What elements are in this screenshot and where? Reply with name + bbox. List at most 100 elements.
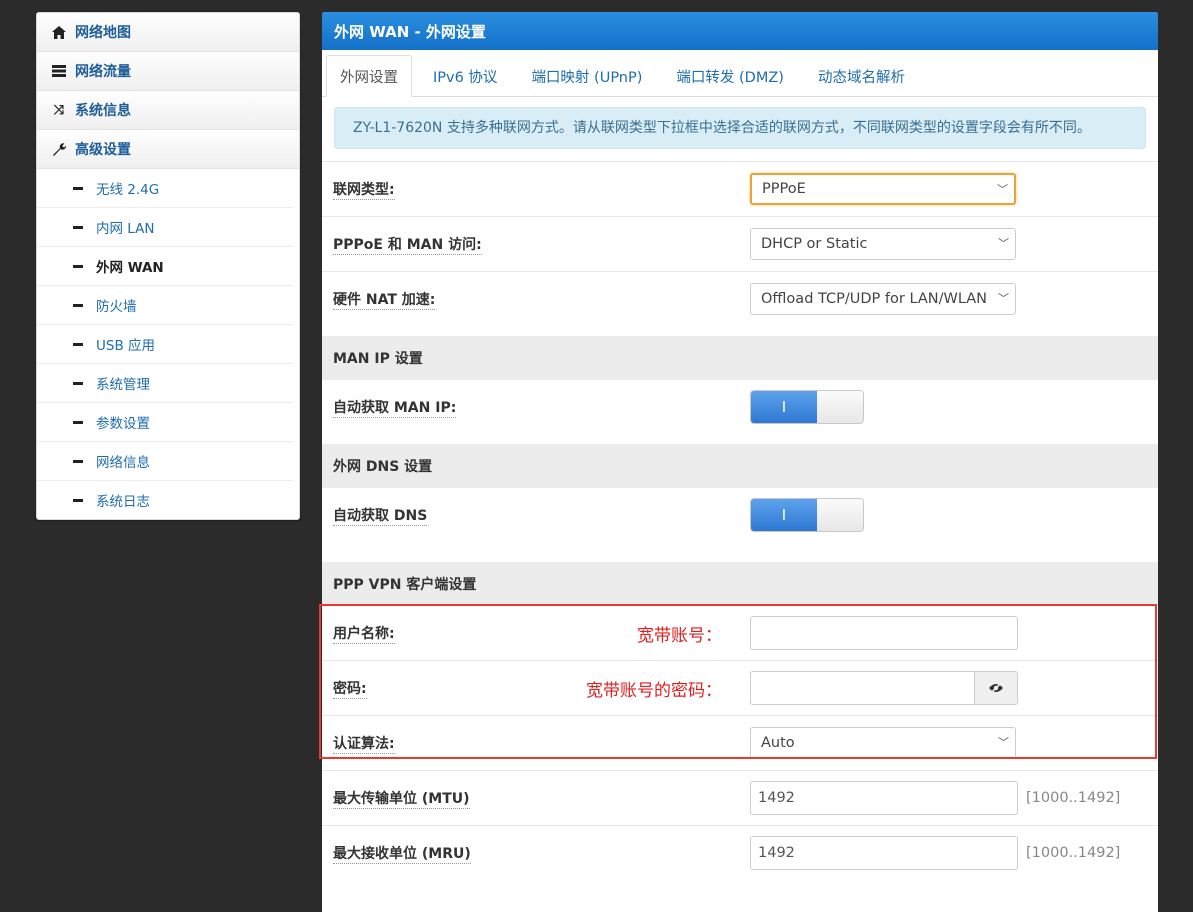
row-auto-man-ip: 自动获取 MAN IP: I [322, 380, 1158, 434]
section-dns: 外网 DNS 设置 [322, 444, 1158, 488]
chevron-down-icon: ﹀ [998, 736, 1009, 749]
section-man-ip: MAN IP 设置 [322, 336, 1158, 380]
conn-type-value: PPPoE [762, 181, 806, 197]
dash-icon [73, 381, 83, 385]
auto-man-ip-toggle[interactable]: I [750, 390, 864, 424]
dash-icon [73, 498, 83, 502]
chevron-down-icon: ﹀ [997, 183, 1008, 196]
sub-label: 系统日志 [96, 494, 150, 510]
password-input[interactable] [750, 671, 975, 705]
auth-value: Auto [761, 735, 795, 751]
row-auto-dns: 自动获取 DNS I [322, 488, 1158, 542]
pppoe-man-select[interactable]: DHCP or Static ﹀ [750, 228, 1016, 260]
tab-ddns[interactable]: 动态域名解析 [805, 56, 918, 96]
pppoe-man-label: PPPoE 和 MAN 访问: [333, 234, 482, 255]
tab-bar: 外网设置 IPv6 协议 端口映射 (UPnP) 端口转发 (DMZ) 动态域名… [322, 50, 1158, 97]
wrench-icon [50, 142, 68, 156]
sub-label: 外网 WAN [96, 260, 164, 276]
sidebar-item-lan[interactable]: 内网 LAN [37, 208, 293, 247]
sidebar-item-parameters[interactable]: 参数设置 [37, 403, 293, 442]
username-input[interactable] [750, 616, 1018, 650]
menu-system-info[interactable]: ⤨ 系统信息 [37, 91, 299, 130]
menu-label: 网络地图 [75, 25, 131, 41]
sub-label: 网络信息 [96, 455, 150, 471]
menu-advanced-settings[interactable]: 高级设置 [37, 130, 299, 169]
sub-label: USB 应用 [96, 338, 156, 354]
menu-label: 系统信息 [75, 103, 131, 119]
dash-icon [73, 303, 83, 307]
mru-label: 最大接收单位 (MRU) [333, 843, 471, 864]
tab-upnp[interactable]: 端口映射 (UPnP) [518, 56, 655, 96]
server-icon [50, 65, 68, 77]
password-annotation: 宽带账号的密码： [586, 680, 722, 701]
hw-nat-select[interactable]: Offload TCP/UDP for LAN/WLAN ﹀ [750, 283, 1016, 315]
info-alert: ZY-L1-7620N 支持多种联网方式。请从联网类型下拉框中选择合适的联网方式… [334, 107, 1146, 149]
dash-icon [73, 225, 83, 229]
menu-network-map[interactable]: 网络地图 [37, 13, 299, 52]
toggle-on-side: I [751, 391, 817, 423]
sidebar-item-network-info[interactable]: 网络信息 [37, 442, 293, 481]
password-group [750, 671, 1018, 705]
conn-type-label: 联网类型: [333, 179, 395, 200]
row-mtu: 最大传输单位 (MTU) 1492 [1000..1492] [322, 770, 1158, 825]
dash-icon [73, 342, 83, 346]
conn-type-select[interactable]: PPPoE ﹀ [750, 173, 1016, 205]
menu-label: 高级设置 [75, 142, 131, 158]
auto-dns-label: 自动获取 DNS [333, 505, 428, 526]
pppoe-man-value: DHCP or Static [761, 236, 868, 252]
mru-input[interactable]: 1492 [750, 836, 1018, 870]
toggle-off-side [817, 499, 863, 531]
row-auth: 认证算法: Auto ﹀ [322, 715, 1158, 770]
sub-label: 防火墙 [96, 299, 137, 315]
sub-label: 无线 2.4G [96, 182, 160, 198]
chevron-down-icon: ﹀ [998, 237, 1009, 250]
dash-icon [73, 264, 83, 268]
sidebar-nav: 网络地图 网络流量 ⤨ 系统信息 高级设置 无线 2.4G 内网 LAN 外网 … [36, 12, 300, 520]
toggle-on-side: I [751, 499, 817, 531]
row-password: 密码: 宽带账号的密码： [322, 660, 1158, 715]
toggle-off-side [817, 391, 863, 423]
sidebar-item-system-admin[interactable]: 系统管理 [37, 364, 293, 403]
username-annotation: 宽带账号： [637, 625, 722, 646]
hw-nat-label: 硬件 NAT 加速: [333, 289, 436, 310]
mru-range: [1000..1492] [1026, 845, 1121, 861]
dash-icon [73, 459, 83, 463]
row-pppoe-man: PPPoE 和 MAN 访问: DHCP or Static ﹀ [322, 216, 1158, 271]
section-vpn-client: PPP VPN 客户端设置 [322, 562, 1158, 606]
username-label: 用户名称: [333, 623, 395, 644]
home-icon [50, 25, 68, 39]
sub-label: 系统管理 [96, 377, 150, 393]
tab-ipv6[interactable]: IPv6 协议 [420, 56, 510, 96]
tab-wan-settings[interactable]: 外网设置 [326, 55, 412, 97]
sidebar-item-wan[interactable]: 外网 WAN [37, 247, 293, 286]
hw-nat-value: Offload TCP/UDP for LAN/WLAN [761, 291, 988, 307]
wan-settings-panel: 外网 WAN - 外网设置 外网设置 IPv6 协议 端口映射 (UPnP) 端… [322, 12, 1158, 912]
row-hw-nat: 硬件 NAT 加速: Offload TCP/UDP for LAN/WLAN … [322, 271, 1158, 326]
mtu-label: 最大传输单位 (MTU) [333, 788, 470, 809]
auto-man-ip-label: 自动获取 MAN IP: [333, 397, 457, 418]
auto-dns-toggle[interactable]: I [750, 498, 864, 532]
chevron-down-icon: ﹀ [998, 292, 1009, 305]
sidebar-item-firewall[interactable]: 防火墙 [37, 286, 293, 325]
dash-icon [73, 186, 83, 190]
mtu-range: [1000..1492] [1026, 790, 1121, 806]
auth-label: 认证算法: [333, 733, 395, 754]
auth-select[interactable]: Auto ﹀ [750, 727, 1016, 759]
sidebar-item-system-log[interactable]: 系统日志 [37, 481, 293, 519]
tab-dmz[interactable]: 端口转发 (DMZ) [663, 56, 797, 96]
password-label: 密码: [333, 678, 367, 699]
sub-label: 参数设置 [96, 416, 150, 432]
menu-network-traffic[interactable]: 网络流量 [37, 52, 299, 91]
menu-label: 网络流量 [75, 64, 131, 80]
sidebar-item-usb[interactable]: USB 应用 [37, 325, 293, 364]
row-username: 用户名称: 宽带账号： [322, 606, 1158, 660]
shuffle-icon: ⤨ [53, 102, 65, 118]
sidebar-item-wireless-24g[interactable]: 无线 2.4G [37, 169, 293, 208]
panel-title: 外网 WAN - 外网设置 [322, 12, 1158, 50]
mtu-input[interactable]: 1492 [750, 781, 1018, 815]
sub-label: 内网 LAN [96, 221, 155, 237]
eye-slash-icon[interactable] [975, 671, 1018, 705]
row-conn-type: 联网类型: PPPoE ﹀ [322, 161, 1158, 216]
dash-icon [73, 420, 83, 424]
row-mru: 最大接收单位 (MRU) 1492 [1000..1492] [322, 825, 1158, 880]
